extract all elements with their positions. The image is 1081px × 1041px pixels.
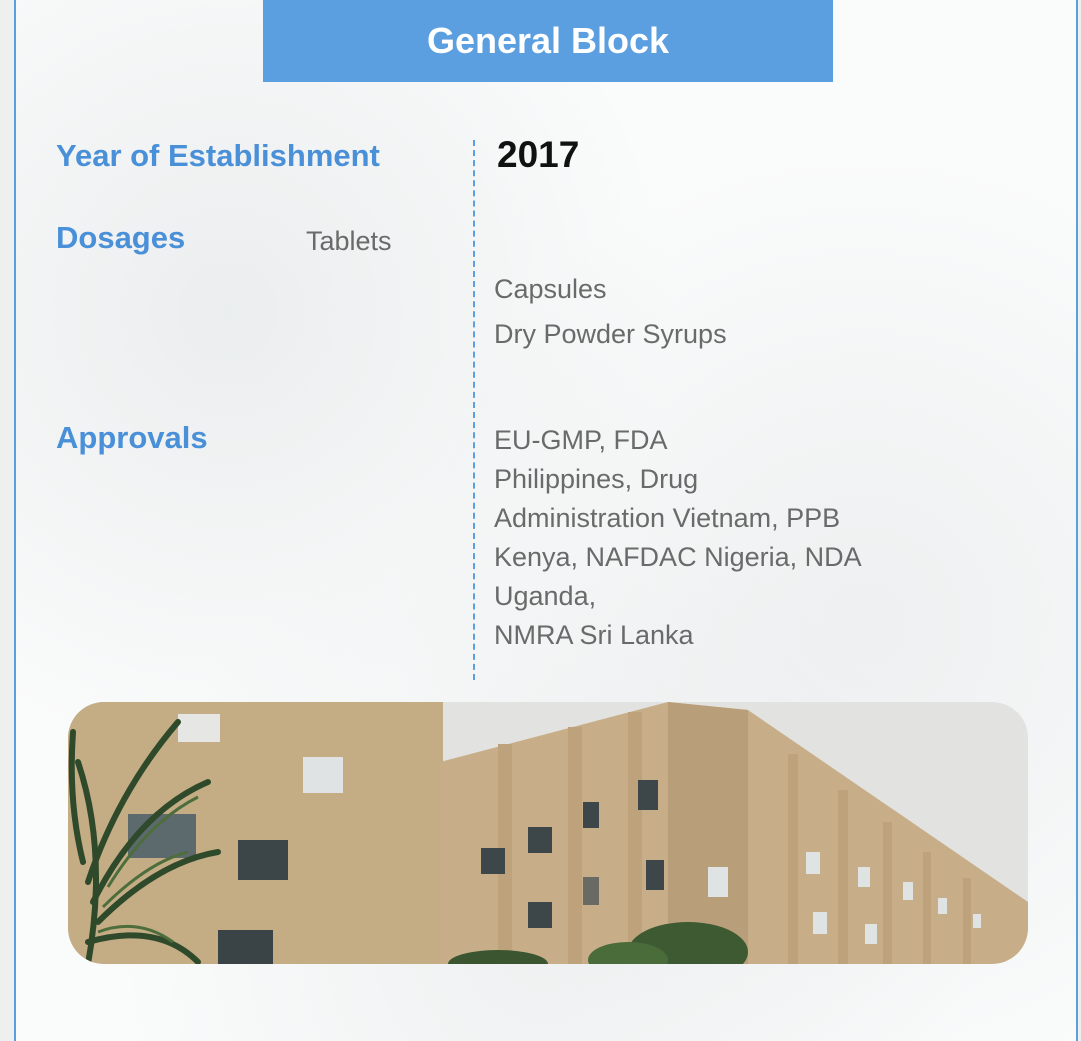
approvals-label: Approvals — [56, 420, 208, 455]
approval-line: Administration Vietnam, PPB — [494, 503, 841, 533]
dosage-item-capsules: Capsules — [494, 274, 607, 304]
dosages-label: Dosages — [56, 220, 186, 255]
column-divider — [473, 140, 475, 680]
dosage-item-dry-powder-syrups: Dry Powder Syrups — [494, 319, 727, 349]
approval-line: NMRA Sri Lanka — [494, 620, 694, 650]
approval-line: EU-GMP, FDA — [494, 425, 668, 455]
approval-line: Kenya, NAFDAC Nigeria, NDA — [494, 542, 862, 572]
dosage-item-tablets: Tablets — [306, 226, 392, 256]
approval-line: Philippines, Drug — [494, 464, 699, 494]
general-block-card: General Block Year of Establishment 2017… — [14, 0, 1078, 1041]
facility-building-photo — [68, 702, 1028, 964]
section-title: General Block — [263, 0, 833, 82]
approval-line: Uganda, — [494, 581, 597, 611]
approvals-list: EU-GMP, FDA Philippines, Drug Administra… — [494, 421, 862, 655]
year-of-establishment-label: Year of Establishment — [56, 138, 380, 173]
year-of-establishment-value: 2017 — [497, 134, 580, 175]
